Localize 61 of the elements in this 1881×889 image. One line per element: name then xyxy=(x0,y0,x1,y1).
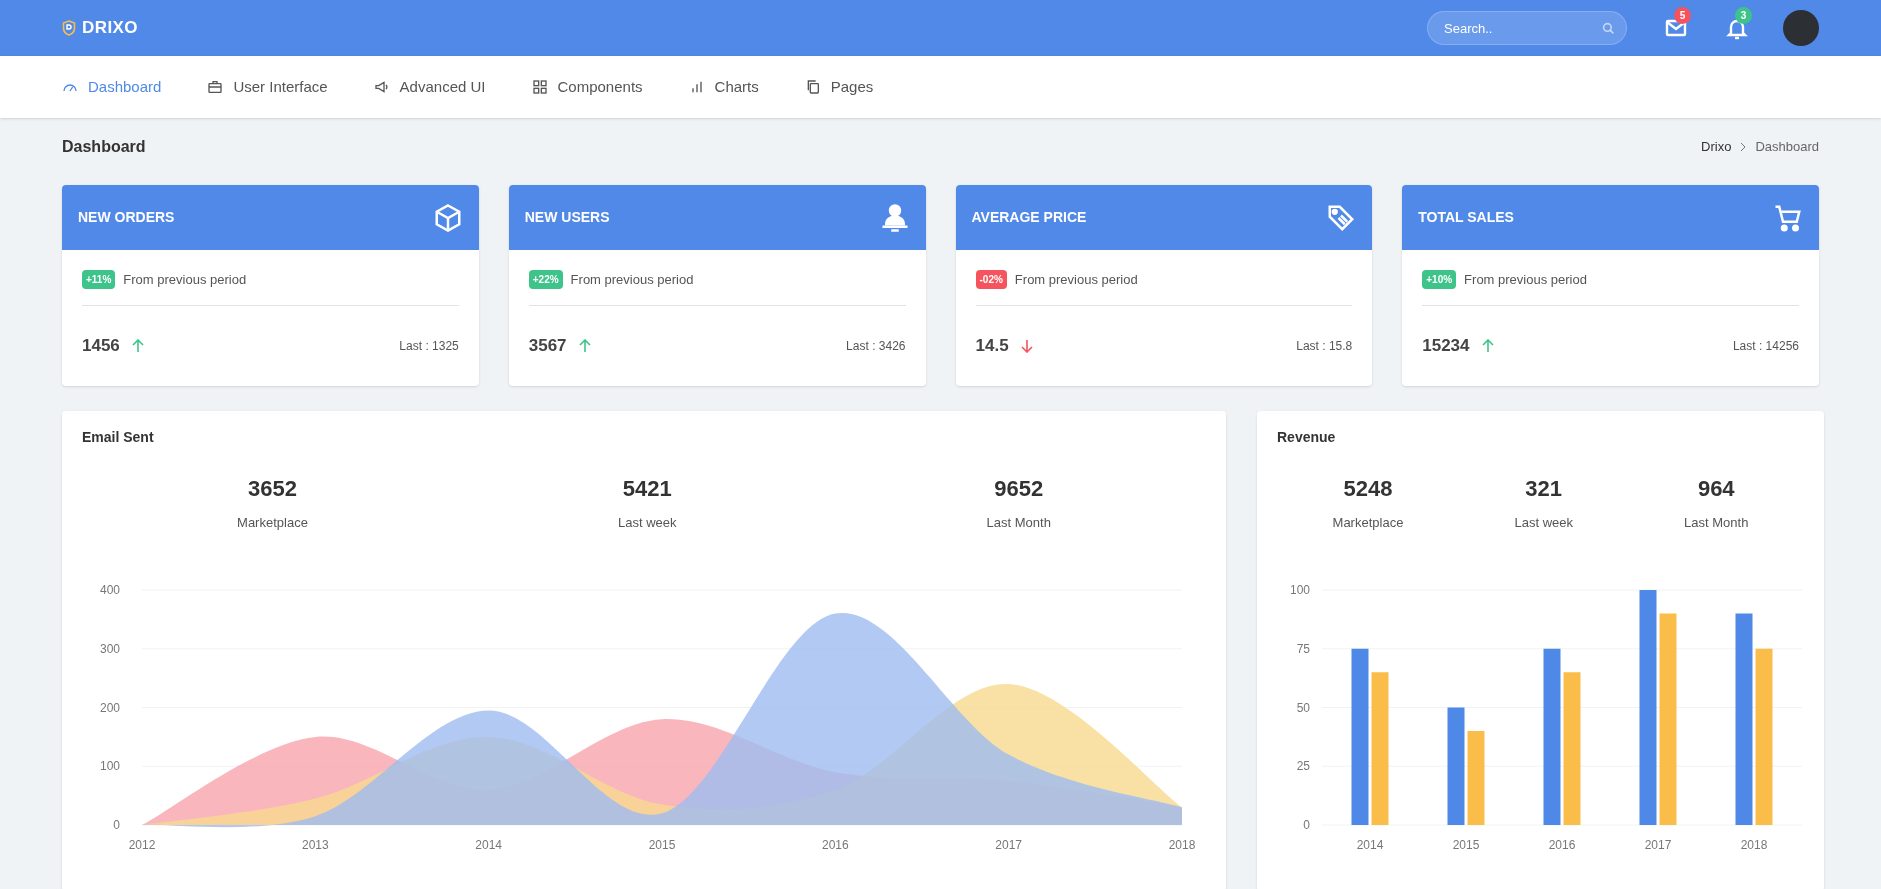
axis-label: 2016 xyxy=(1548,837,1576,852)
axis-label: 2016 xyxy=(822,837,849,852)
axis-label: 2017 xyxy=(995,837,1022,852)
card-title: TOTAL SALES xyxy=(1418,208,1514,227)
last-value: Last : 14256 xyxy=(1732,338,1799,355)
last-value: Last : 15.8 xyxy=(1296,338,1353,355)
stat-value: 14.5 xyxy=(975,335,1009,358)
axis-label: 0 xyxy=(1303,817,1310,832)
stat-value: 9652 xyxy=(994,475,1044,503)
axis-label: 2015 xyxy=(1452,837,1480,852)
change-badge: -02% xyxy=(975,270,1007,289)
change-note: From previous period xyxy=(1464,270,1587,289)
card-title: NEW USERS xyxy=(524,208,610,227)
stat-label: Last Month xyxy=(986,514,1051,532)
axis-label: 2015 xyxy=(648,837,676,852)
card-title: Email Sent xyxy=(82,428,155,447)
stat-value: 15234 xyxy=(1422,335,1470,358)
last-value: Last : 3426 xyxy=(846,338,906,355)
stat-label: Last Month xyxy=(1684,514,1749,532)
stat-value: 5248 xyxy=(1343,475,1393,503)
change-badge: +10% xyxy=(1422,270,1457,289)
card-title: Revenue xyxy=(1277,428,1337,447)
axis-label: 200 xyxy=(99,700,120,714)
axis-label: 300 xyxy=(99,641,120,656)
axis-label: 75 xyxy=(1296,641,1310,656)
axis-label: 2017 xyxy=(1644,837,1672,852)
breadcrumb-item: Dashboard xyxy=(1755,138,1819,157)
change-note: From previous period xyxy=(570,270,694,289)
axis-label: 25 xyxy=(1296,758,1310,773)
axis-label: 100 xyxy=(1289,582,1310,597)
stat-value: 964 xyxy=(1697,475,1735,503)
change-note: From previous period xyxy=(123,270,247,289)
axis-label: 2018 xyxy=(1740,837,1768,852)
change-badge: +11% xyxy=(82,270,116,289)
change-badge: +22% xyxy=(528,270,563,289)
stat-value: 1456 xyxy=(82,335,120,358)
axis-label: 100 xyxy=(99,758,120,773)
card-title: AVERAGE PRICE xyxy=(971,208,1087,227)
axis-label: 2018 xyxy=(1168,837,1196,852)
last-value: Last : 1325 xyxy=(399,338,459,355)
axis-label: 2013 xyxy=(302,837,329,852)
axis-label: 2012 xyxy=(128,837,156,852)
stat-label: Marketplace xyxy=(1332,514,1404,532)
count-badge: 3 xyxy=(1735,7,1752,24)
brand-name: DRIXO xyxy=(82,17,138,40)
page-title: Dashboard xyxy=(62,137,146,157)
axis-label: 2014 xyxy=(1356,837,1384,852)
axis-label: 50 xyxy=(1296,700,1310,714)
axis-label: 0 xyxy=(113,817,120,832)
count-badge: 5 xyxy=(1674,7,1691,24)
change-note: From previous period xyxy=(1014,270,1138,289)
stat-value: 3652 xyxy=(247,475,297,503)
axis-label: 400 xyxy=(99,582,120,597)
stat-value: 321 xyxy=(1525,475,1563,503)
stat-value: 5421 xyxy=(622,475,672,503)
card-title: NEW ORDERS xyxy=(78,208,175,227)
stat-label: Last week xyxy=(1514,514,1573,532)
stat-label: Marketplace xyxy=(237,514,308,532)
stat-value: 3567 xyxy=(528,335,567,358)
stat-label: Last week xyxy=(617,514,677,532)
axis-label: 2014 xyxy=(475,837,502,852)
